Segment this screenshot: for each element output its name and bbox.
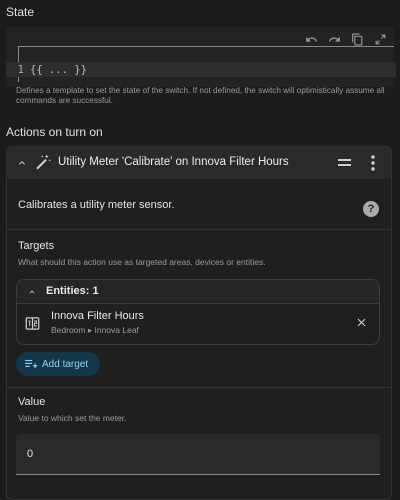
undo-icon[interactable] bbox=[304, 32, 319, 47]
add-target-button[interactable]: Add target bbox=[16, 352, 100, 376]
code-text[interactable]: {{ ... }} bbox=[28, 64, 87, 76]
help-icon[interactable]: ? bbox=[363, 201, 379, 217]
entities-header[interactable]: Entities: 1 bbox=[17, 280, 379, 304]
value-field[interactable] bbox=[16, 434, 380, 475]
editor-toolbar bbox=[304, 32, 388, 47]
targets-sublabel: What should this action use as targeted … bbox=[18, 257, 266, 267]
action-card-title: Utility Meter 'Calibrate' on Innova Filt… bbox=[58, 156, 289, 168]
chevron-up-icon[interactable] bbox=[27, 287, 37, 297]
page: State 1 {{ ... }} Defines a template to … bbox=[0, 0, 400, 500]
drag-handle-icon[interactable] bbox=[338, 159, 351, 167]
value-sublabel: Value to which set the meter. bbox=[18, 413, 127, 423]
magic-wand-icon bbox=[36, 154, 51, 170]
entity-location: Bedroom ▸ Innova Leaf bbox=[51, 325, 139, 335]
action-card-header[interactable]: Utility Meter 'Calibrate' on Innova Filt… bbox=[7, 147, 391, 179]
add-target-label: Add target bbox=[42, 358, 89, 370]
targets-label: Targets bbox=[18, 240, 55, 252]
playlist-plus-icon bbox=[25, 359, 38, 369]
divider bbox=[7, 387, 391, 388]
counter-icon bbox=[25, 317, 40, 330]
state-helper-text: Defines a template to set the state of t… bbox=[16, 86, 385, 105]
entity-name: Innova Filter Hours bbox=[51, 310, 144, 322]
code-editor[interactable]: 1 {{ ... }} bbox=[6, 27, 396, 87]
actions-section-title: Actions on turn on bbox=[6, 125, 103, 139]
action-card: Utility Meter 'Calibrate' on Innova Filt… bbox=[6, 146, 392, 500]
copy-icon[interactable] bbox=[350, 32, 365, 47]
more-options-icon[interactable] bbox=[369, 154, 377, 172]
divider bbox=[7, 229, 391, 230]
state-section-title: State bbox=[6, 5, 35, 19]
redo-icon[interactable] bbox=[327, 32, 342, 47]
value-label: Value bbox=[18, 396, 46, 408]
value-input[interactable] bbox=[16, 434, 380, 474]
entities-header-label: Entities: 1 bbox=[46, 285, 99, 297]
chevron-up-icon[interactable] bbox=[16, 157, 28, 169]
entities-panel: Entities: 1 Innova Filter Hours Bedroom … bbox=[16, 279, 380, 345]
line-number: 1 bbox=[17, 63, 24, 76]
code-line[interactable]: 1 {{ ... }} bbox=[6, 62, 396, 77]
action-description: Calibrates a utility meter sensor. bbox=[18, 199, 175, 211]
close-icon[interactable] bbox=[355, 316, 368, 329]
fullscreen-icon[interactable] bbox=[373, 32, 388, 47]
